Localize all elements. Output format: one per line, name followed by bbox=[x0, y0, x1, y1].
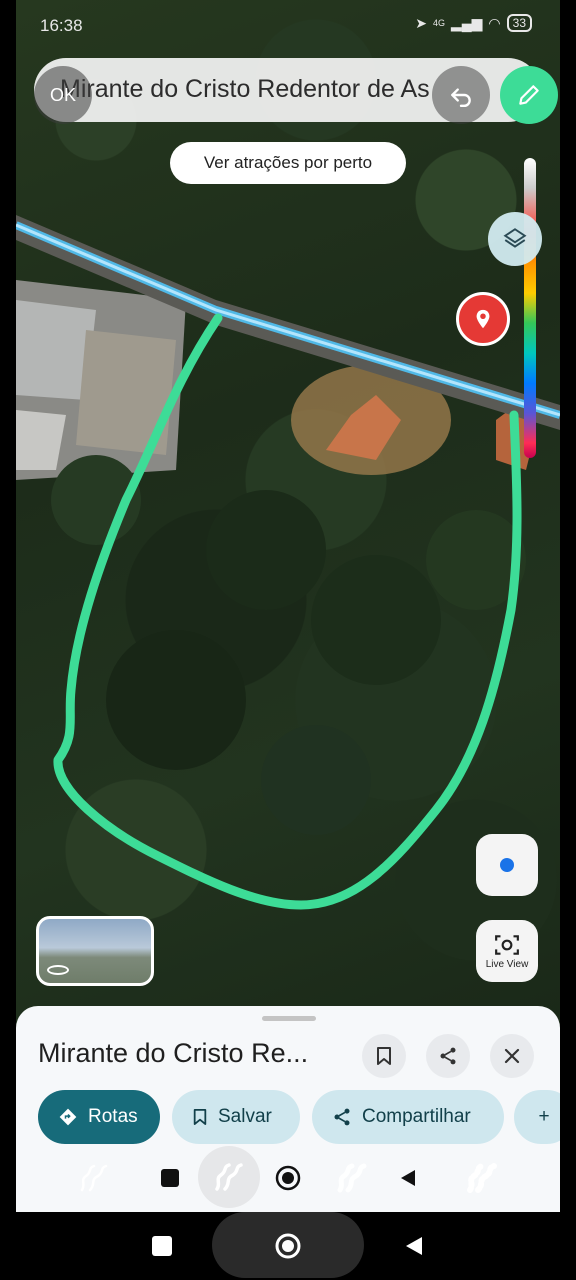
record-tool-button[interactable] bbox=[264, 1154, 312, 1202]
building-roof bbox=[76, 330, 176, 455]
status-time: 16:38 bbox=[40, 16, 83, 35]
draw-pencil-button[interactable] bbox=[500, 66, 558, 124]
tree-canopy bbox=[206, 490, 326, 610]
home-icon bbox=[275, 1233, 301, 1259]
system-navigation-bar bbox=[0, 1212, 576, 1280]
squiggle-pen-icon bbox=[80, 1164, 108, 1192]
bookmark-icon bbox=[193, 1109, 207, 1125]
drawing-toolbar bbox=[16, 1146, 560, 1212]
share-icon-button[interactable] bbox=[426, 1034, 470, 1078]
status-bar: 16:38 ➤ 4G ▂▄▆ ◠ 33 bbox=[16, 0, 560, 52]
tree-canopy bbox=[261, 725, 371, 835]
my-location-button[interactable] bbox=[476, 834, 538, 896]
screen: 16:38 ➤ 4G ▂▄▆ ◠ 33 Mirante do Cristo Re… bbox=[16, 0, 560, 1212]
my-location-icon bbox=[500, 858, 514, 872]
marker-tool-button[interactable] bbox=[198, 1146, 260, 1208]
square-icon bbox=[161, 1169, 179, 1187]
share-label: Compartilhar bbox=[362, 1106, 471, 1127]
squiggle-marker-icon bbox=[215, 1163, 243, 1191]
close-button[interactable] bbox=[490, 1034, 534, 1078]
undo-button[interactable] bbox=[432, 66, 490, 124]
place-bottom-sheet: Mirante do Cristo Re... Rotas Salvar Com… bbox=[16, 1006, 560, 1212]
highlighter-tool-button[interactable] bbox=[328, 1154, 376, 1202]
directions-icon bbox=[59, 1108, 77, 1126]
nearby-attractions-chip[interactable]: Ver atrações por perto bbox=[170, 142, 406, 184]
squiggle-eraser-icon bbox=[467, 1163, 497, 1193]
share-icon bbox=[334, 1108, 350, 1126]
wifi-icon: ◠ bbox=[488, 14, 501, 31]
bookmark-icon bbox=[377, 1047, 391, 1065]
routes-label: Rotas bbox=[88, 1106, 138, 1127]
search-query[interactable]: Mirante do Cristo Redentor de As bbox=[60, 75, 460, 104]
back-icon bbox=[406, 1237, 422, 1255]
eraser-tool-button[interactable] bbox=[458, 1154, 506, 1202]
network-type: 4G bbox=[432, 18, 445, 28]
layers-icon bbox=[503, 228, 527, 248]
circle-record-icon bbox=[275, 1165, 301, 1191]
triangle-back-icon bbox=[401, 1170, 415, 1186]
close-icon bbox=[504, 1048, 520, 1064]
layers-button[interactable] bbox=[488, 212, 542, 266]
recents-button[interactable] bbox=[146, 1230, 178, 1262]
share-button[interactable]: Compartilhar bbox=[312, 1090, 504, 1144]
pencil-icon bbox=[519, 85, 539, 105]
home-button[interactable] bbox=[272, 1230, 304, 1262]
location-arrow-icon: ➤ bbox=[415, 14, 427, 31]
camera-scan-icon bbox=[495, 934, 519, 955]
live-view-label: Live View bbox=[485, 958, 529, 970]
tree-canopy bbox=[311, 555, 441, 685]
save-button[interactable]: Salvar bbox=[172, 1090, 300, 1144]
signal-icon: ▂▄▆ bbox=[450, 14, 483, 31]
bookmark-button[interactable] bbox=[362, 1034, 406, 1078]
place-title: Mirante do Cristo Re... bbox=[38, 1038, 309, 1068]
tree-canopy bbox=[106, 630, 246, 770]
battery-icon: 33 bbox=[506, 14, 532, 32]
undo-icon bbox=[451, 88, 471, 108]
live-view-button[interactable]: Live View bbox=[476, 920, 538, 982]
phone-frame: 16:38 ➤ 4G ▂▄▆ ◠ 33 Mirante do Cristo Re… bbox=[0, 0, 576, 1280]
recents-icon bbox=[152, 1236, 172, 1256]
map-pin-icon bbox=[476, 309, 490, 329]
back-button[interactable] bbox=[398, 1230, 430, 1262]
shape-tool-button[interactable] bbox=[146, 1154, 194, 1202]
back-tool-button[interactable] bbox=[384, 1154, 432, 1202]
more-label: + bbox=[538, 1106, 550, 1127]
status-icons: ➤ 4G ▂▄▆ ◠ 33 bbox=[415, 14, 532, 32]
share-icon bbox=[440, 1047, 456, 1065]
street-view-ring-icon bbox=[47, 965, 69, 975]
squiggle-tool-button[interactable] bbox=[70, 1154, 118, 1202]
more-actions-button[interactable]: + bbox=[514, 1090, 560, 1144]
ok-button[interactable]: OK bbox=[34, 66, 92, 124]
squiggle-highlighter-icon bbox=[337, 1163, 367, 1193]
routes-button[interactable]: Rotas bbox=[38, 1090, 160, 1144]
color-picker-slider[interactable] bbox=[524, 158, 536, 458]
place-pin-marker[interactable] bbox=[456, 292, 510, 346]
sheet-drag-handle[interactable] bbox=[262, 1016, 316, 1021]
street-view-thumbnail[interactable] bbox=[36, 916, 154, 986]
save-label: Salvar bbox=[218, 1106, 272, 1127]
